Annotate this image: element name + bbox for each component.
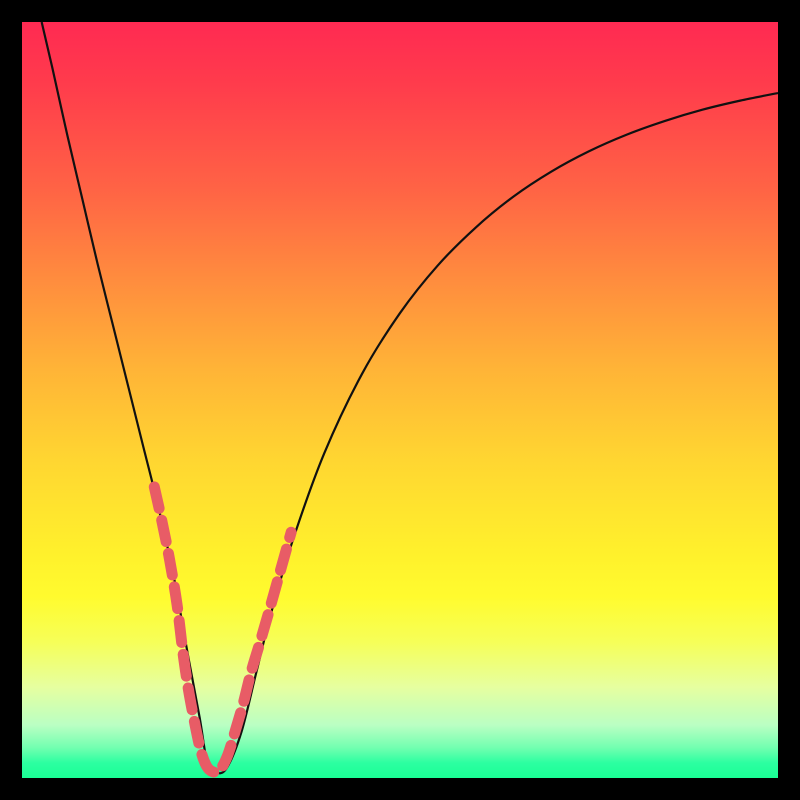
chart-container: TheBottleneck.com bbox=[0, 0, 800, 800]
chart-frame bbox=[0, 0, 800, 800]
